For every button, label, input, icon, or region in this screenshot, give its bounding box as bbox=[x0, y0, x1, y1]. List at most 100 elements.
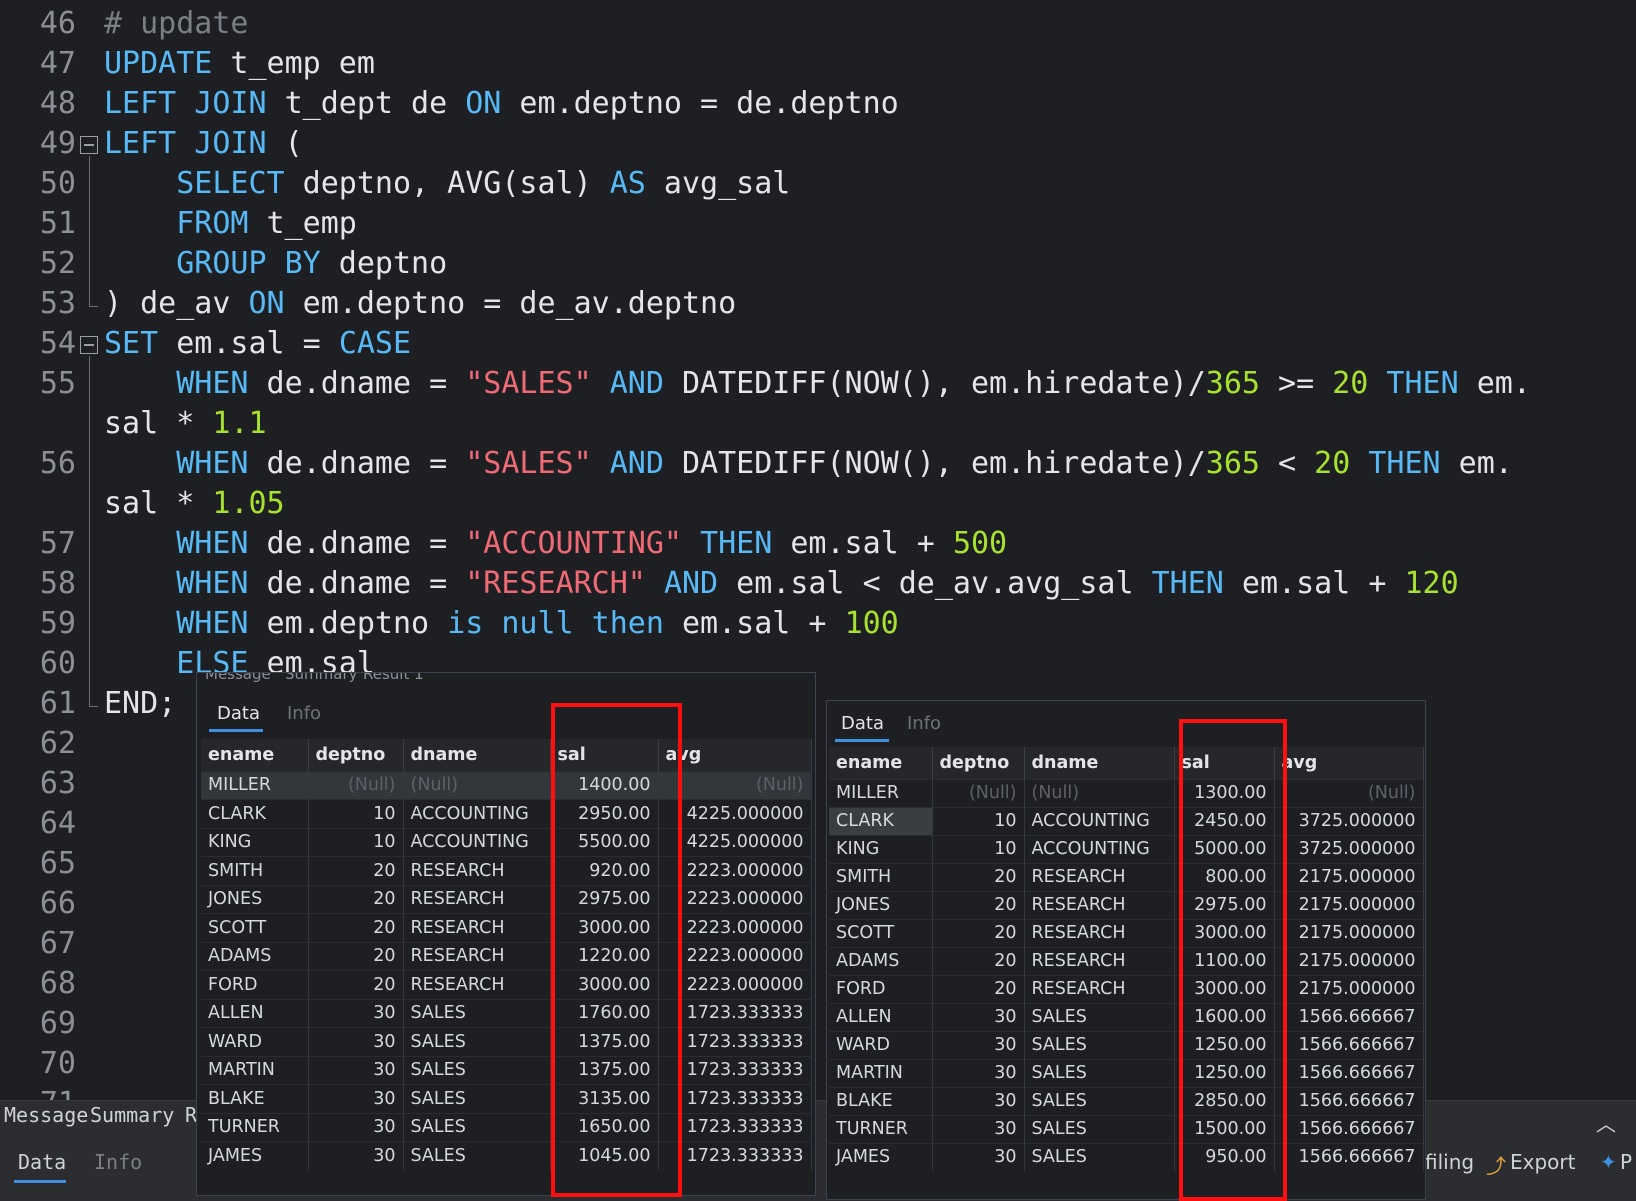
cell-ename[interactable]: MARTIN bbox=[829, 1058, 933, 1087]
table-row[interactable]: CLARK 10 ACCOUNTING 2450.00 3725.000000 bbox=[829, 806, 1424, 835]
cell-deptno[interactable]: 30 bbox=[932, 1086, 1025, 1115]
code-line[interactable]: SET em.sal = CASE bbox=[104, 324, 411, 364]
cell-ename[interactable]: SCOTT bbox=[201, 913, 309, 942]
subtab-data[interactable]: Data bbox=[18, 1150, 66, 1174]
column-header-ename[interactable]: ename bbox=[201, 739, 309, 771]
cell-ename[interactable]: TURNER bbox=[201, 1112, 309, 1142]
cell-dname[interactable]: SALES bbox=[1024, 1030, 1175, 1059]
cell-ename[interactable]: JAMES bbox=[829, 1142, 933, 1171]
cell-dname[interactable]: RESEARCH bbox=[403, 856, 551, 885]
table-row[interactable]: SCOTT 20 RESEARCH 3000.00 2223.000000 bbox=[201, 913, 812, 942]
table-row[interactable]: BLAKE 30 SALES 2850.00 1566.666667 bbox=[829, 1086, 1424, 1115]
code-line[interactable]: END; bbox=[104, 684, 176, 724]
table-row[interactable]: ADAMS 20 RESEARCH 1220.00 2223.000000 bbox=[201, 941, 812, 971]
cell-ename[interactable]: MILLER bbox=[201, 770, 309, 800]
table-row[interactable]: TURNER 30 SALES 1650.00 1723.333333 bbox=[201, 1112, 812, 1142]
column-header-dname[interactable]: dname bbox=[403, 739, 551, 771]
cell-avg[interactable]: 3725.000000 bbox=[1274, 834, 1424, 863]
table-row[interactable]: JONES 20 RESEARCH 2975.00 2223.000000 bbox=[201, 884, 812, 914]
pin-icon[interactable]: ✦ bbox=[1600, 1150, 1617, 1174]
cell-deptno[interactable]: 20 bbox=[308, 884, 404, 914]
cell-deptno[interactable]: 30 bbox=[932, 1030, 1025, 1059]
subtab-data[interactable]: Data bbox=[217, 703, 260, 724]
cell-deptno[interactable]: 20 bbox=[932, 918, 1025, 947]
cell-dname[interactable]: RESEARCH bbox=[403, 970, 551, 999]
cell-dname[interactable]: ACCOUNTING bbox=[403, 799, 551, 828]
cell-dname[interactable]: ACCOUNTING bbox=[1024, 806, 1175, 835]
table-row[interactable]: MARTIN 30 SALES 1375.00 1723.333333 bbox=[201, 1055, 812, 1085]
cell-dname[interactable]: SALES bbox=[1024, 1142, 1175, 1171]
cell-dname[interactable]: RESEARCH bbox=[1024, 890, 1175, 919]
cell-dname[interactable]: SALES bbox=[403, 1027, 551, 1056]
cell-dname[interactable]: SALES bbox=[403, 998, 551, 1028]
cell-ename[interactable]: ADAMS bbox=[201, 941, 309, 971]
cell-ename[interactable]: SMITH bbox=[829, 862, 933, 891]
cell-ename[interactable]: BLAKE bbox=[829, 1086, 933, 1115]
cell-dname[interactable]: ACCOUNTING bbox=[403, 827, 551, 857]
table-row[interactable]: KING 10 ACCOUNTING 5500.00 4225.000000 bbox=[201, 827, 812, 857]
code-line[interactable]: WHEN em.deptno is null then em.sal + 100 bbox=[104, 604, 899, 644]
table-row[interactable]: SMITH 20 RESEARCH 920.00 2223.000000 bbox=[201, 856, 812, 885]
code-line[interactable]: GROUP BY deptno bbox=[104, 244, 447, 284]
result-grid[interactable]: ename deptno dname sal avg MILLER (Null) (Null… bbox=[201, 739, 812, 1170]
column-header-ename[interactable]: ename bbox=[829, 747, 933, 779]
cell-deptno[interactable]: 20 bbox=[932, 890, 1025, 919]
cell-deptno[interactable]: 30 bbox=[932, 1142, 1025, 1171]
profiling-button[interactable]: filing bbox=[1425, 1150, 1474, 1174]
cell-dname[interactable]: SALES bbox=[403, 1141, 551, 1170]
cell-ename[interactable]: MILLER bbox=[829, 778, 933, 807]
column-header-avg[interactable]: avg bbox=[1274, 747, 1424, 779]
code-line[interactable]: FROM t_emp bbox=[104, 204, 357, 244]
table-row[interactable]: BLAKE 30 SALES 3135.00 1723.333333 bbox=[201, 1084, 812, 1113]
cell-deptno[interactable]: 30 bbox=[308, 1055, 404, 1085]
cell-avg[interactable]: 1566.666667 bbox=[1274, 1030, 1424, 1059]
cell-ename[interactable]: JONES bbox=[201, 884, 309, 914]
cell-ename[interactable]: ADAMS bbox=[829, 946, 933, 975]
subtab-data[interactable]: Data bbox=[841, 713, 884, 734]
cell-ename[interactable]: WARD bbox=[829, 1030, 933, 1059]
column-header-deptno[interactable]: deptno bbox=[932, 747, 1025, 779]
cell-deptno[interactable]: 30 bbox=[932, 1002, 1025, 1031]
cell-dname[interactable]: (Null) bbox=[1024, 778, 1175, 807]
cell-ename[interactable]: FORD bbox=[829, 974, 933, 1003]
cell-deptno[interactable]: 30 bbox=[308, 1027, 404, 1056]
cell-ename[interactable]: SCOTT bbox=[829, 918, 933, 947]
cell-deptno[interactable]: 30 bbox=[932, 1114, 1025, 1143]
subtab-info[interactable]: Info bbox=[907, 713, 941, 734]
cell-ename[interactable]: CLARK bbox=[201, 799, 309, 828]
cell-deptno[interactable]: 10 bbox=[932, 806, 1025, 835]
table-row[interactable]: JAMES 30 SALES 950.00 1566.666667 bbox=[829, 1142, 1424, 1171]
cell-deptno[interactable]: 30 bbox=[308, 1112, 404, 1142]
table-row[interactable]: JONES 20 RESEARCH 2975.00 2175.000000 bbox=[829, 890, 1424, 919]
tab-message[interactable]: Message bbox=[4, 1103, 88, 1127]
cell-ename[interactable]: JAMES bbox=[201, 1141, 309, 1170]
table-row[interactable]: FORD 20 RESEARCH 3000.00 2223.000000 bbox=[201, 970, 812, 999]
table-row[interactable]: SCOTT 20 RESEARCH 3000.00 2175.000000 bbox=[829, 918, 1424, 947]
table-row[interactable]: WARD 30 SALES 1250.00 1566.666667 bbox=[829, 1030, 1424, 1059]
code-line[interactable]: LEFT JOIN ( bbox=[104, 124, 303, 164]
cell-dname[interactable]: RESEARCH bbox=[1024, 918, 1175, 947]
cell-ename[interactable]: WARD bbox=[201, 1027, 309, 1056]
result-grid[interactable]: ename deptno dname sal avg MILLER (Null) (Null… bbox=[829, 747, 1424, 1171]
cell-dname[interactable]: (Null) bbox=[403, 770, 551, 800]
code-line[interactable]: LEFT JOIN t_dept de ON em.deptno = de.de… bbox=[104, 84, 899, 124]
cell-avg[interactable]: (Null) bbox=[1274, 778, 1424, 807]
cell-avg[interactable]: 3725.000000 bbox=[1274, 806, 1424, 835]
cell-avg[interactable]: 2175.000000 bbox=[1274, 946, 1424, 975]
subtab-info[interactable]: Info bbox=[287, 703, 321, 724]
cell-ename[interactable]: ALLEN bbox=[201, 998, 309, 1028]
cell-ename[interactable]: KING bbox=[829, 834, 933, 863]
cell-ename[interactable]: TURNER bbox=[829, 1114, 933, 1143]
export-button[interactable]: Export bbox=[1510, 1150, 1575, 1174]
cell-dname[interactable]: RESEARCH bbox=[1024, 862, 1175, 891]
cell-dname[interactable]: RESEARCH bbox=[403, 941, 551, 971]
cell-dname[interactable]: SALES bbox=[1024, 1058, 1175, 1087]
table-row[interactable]: SMITH 20 RESEARCH 800.00 2175.000000 bbox=[829, 862, 1424, 891]
table-row[interactable]: CLARK 10 ACCOUNTING 2950.00 4225.000000 bbox=[201, 799, 812, 828]
table-row[interactable]: FORD 20 RESEARCH 3000.00 2175.000000 bbox=[829, 974, 1424, 1003]
table-row[interactable]: ALLEN 30 SALES 1760.00 1723.333333 bbox=[201, 998, 812, 1028]
cell-deptno[interactable]: 30 bbox=[308, 1084, 404, 1113]
cell-deptno[interactable]: 20 bbox=[308, 941, 404, 971]
code-line[interactable]: WHEN de.dname = "RESEARCH" AND em.sal < … bbox=[104, 564, 1458, 604]
code-line[interactable]: sal * 1.05 bbox=[104, 484, 285, 524]
